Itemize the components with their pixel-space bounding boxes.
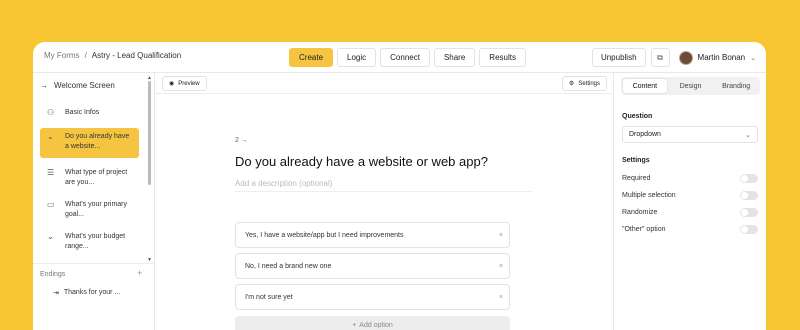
randomize-toggle[interactable] — [740, 208, 758, 217]
setting-randomize: Randomize — [622, 208, 758, 217]
settings-button[interactable]: ⚙ Settings — [561, 76, 607, 91]
sidebar-item-welcome[interactable]: → Welcome Screen — [40, 81, 115, 90]
tab-create[interactable]: Create — [289, 48, 334, 67]
add-ending-icon[interactable]: + — [137, 268, 142, 278]
question-number: 2 → — [235, 137, 248, 144]
add-option-button[interactable]: + Add option — [235, 316, 510, 330]
description-input[interactable]: Add a description (optional) — [235, 179, 532, 192]
app-window: My Forms / Astry - Lead Qualification Cr… — [33, 42, 766, 330]
tab-content[interactable]: Content — [623, 79, 667, 93]
tab-results[interactable]: Results — [479, 48, 526, 67]
question-section-label: Question — [622, 113, 653, 120]
question-type-value: Dropdown — [629, 131, 661, 138]
exit-icon: ⇥ — [53, 290, 59, 297]
settings-label: Settings — [578, 80, 600, 87]
add-option-label: Add option — [359, 321, 393, 329]
settings-section-label: Settings — [622, 157, 650, 164]
scrollbar-thumb[interactable] — [148, 81, 151, 185]
user-name: Martin Bonan — [697, 53, 746, 62]
question-type-select[interactable]: Dropdown ⌄ — [622, 126, 758, 143]
tab-branding[interactable]: Branding — [714, 79, 758, 93]
breadcrumb-current: Astry - Lead Qualification — [91, 51, 182, 60]
sidebar-item-label: Basic Infos — [65, 109, 100, 116]
tab-share[interactable]: Share — [433, 48, 476, 67]
sidebar-item-primary-goal[interactable]: ▭ What's your primary goal... — [40, 196, 139, 224]
main-tabs: Create Logic Connect Share Results — [289, 48, 526, 67]
multiple-selection-toggle[interactable] — [740, 191, 758, 200]
sidebar-item-label: What's your primary goal... — [65, 201, 128, 218]
question-title[interactable]: Do you already have a website or web app… — [235, 154, 488, 169]
preview-label: Preview — [178, 80, 200, 87]
option-item[interactable]: Yes, I have a website/app but I need imp… — [235, 222, 510, 248]
close-icon[interactable]: × — [499, 232, 503, 239]
plus-icon: + — [352, 321, 357, 329]
breadcrumb: My Forms / Astry - Lead Qualification — [44, 51, 181, 60]
panel-tabs: Content Design Branding — [621, 77, 760, 95]
breadcrumb-separator: / — [84, 51, 87, 60]
setting-multiple-selection: Multiple selection — [622, 191, 758, 200]
sidebar-item-ending[interactable]: ⇥ Thanks for your ... — [53, 289, 120, 297]
chevron-down-icon: ⌄ — [750, 54, 756, 62]
close-icon[interactable]: × — [499, 263, 503, 270]
required-toggle[interactable] — [740, 174, 758, 183]
sliders-icon: ⚙ — [568, 81, 575, 87]
avatar — [678, 50, 693, 65]
tab-logic[interactable]: Logic — [337, 48, 377, 67]
user-icon: ⚇ — [47, 108, 55, 117]
setting-required: Required — [622, 174, 758, 183]
close-icon[interactable]: × — [499, 294, 503, 301]
option-label: I'm not sure yet — [245, 293, 293, 301]
option-label: Yes, I have a website/app but I need imp… — [245, 231, 404, 239]
eye-icon: ◉ — [169, 81, 175, 87]
arrow-right-icon: → — [40, 81, 48, 90]
option-item[interactable]: I'm not sure yet × — [235, 284, 510, 310]
sidebar-item-label: Do you already have a website... — [65, 133, 130, 150]
sidebar-scrollbar[interactable]: ▲ ▼ — [147, 75, 152, 263]
chevron-down-icon: ⌄ — [47, 132, 54, 141]
preview-button[interactable]: ◉ Preview — [162, 76, 207, 91]
breadcrumb-root[interactable]: My Forms — [44, 51, 80, 60]
list-icon: ☰ — [47, 168, 55, 177]
endings-label: Endings — [40, 271, 66, 278]
questions-sidebar: → Welcome Screen ▲ ▼ ⚇ Basic Infos ⌄ Do … — [33, 73, 155, 330]
message-icon: ▭ — [47, 200, 55, 209]
setting-label: Randomize — [622, 209, 658, 216]
sidebar-item-label: Welcome Screen — [54, 81, 115, 90]
option-label: No, I need a brand new one — [245, 262, 332, 270]
other-option-toggle[interactable] — [740, 225, 758, 234]
setting-label: "Other" option — [622, 226, 666, 233]
canvas-toolbar: ◉ Preview ⚙ Settings — [155, 73, 612, 94]
sidebar-item-label: Thanks for your ... — [63, 289, 121, 296]
setting-label: Multiple selection — [622, 192, 676, 199]
chevron-down-icon: ⌄ — [745, 131, 751, 139]
tab-design[interactable]: Design — [669, 79, 713, 93]
sidebar-item-label: What's your budget range... — [65, 233, 126, 250]
user-menu[interactable]: Martin Bonan ⌄ — [678, 50, 756, 65]
option-item[interactable]: No, I need a brand new one × — [235, 253, 510, 279]
chevron-down-icon: ⌄ — [47, 232, 54, 241]
external-link-icon[interactable]: ⧉ — [650, 48, 670, 67]
sidebar-item-project-type[interactable]: ☰ What type of project are you... — [40, 164, 139, 192]
sidebar-item-label: What type of project are you... — [65, 169, 128, 186]
sidebar-item-budget[interactable]: ⌄ What's your budget range... — [40, 228, 139, 256]
top-right-actions: Unpublish ⧉ Martin Bonan ⌄ — [591, 48, 756, 67]
properties-panel: Content Design Branding Question Dropdow… — [613, 73, 766, 330]
setting-label: Required — [622, 175, 651, 182]
sidebar-item-website[interactable]: ⌄ Do you already have a website... — [40, 128, 139, 158]
unpublish-button[interactable]: Unpublish — [591, 48, 646, 67]
divider — [33, 263, 155, 264]
sidebar-item-basic-infos[interactable]: ⚇ Basic Infos — [40, 104, 139, 122]
setting-other-option: "Other" option — [622, 225, 758, 234]
tab-connect[interactable]: Connect — [380, 48, 430, 67]
top-bar: My Forms / Astry - Lead Qualification Cr… — [33, 42, 766, 73]
